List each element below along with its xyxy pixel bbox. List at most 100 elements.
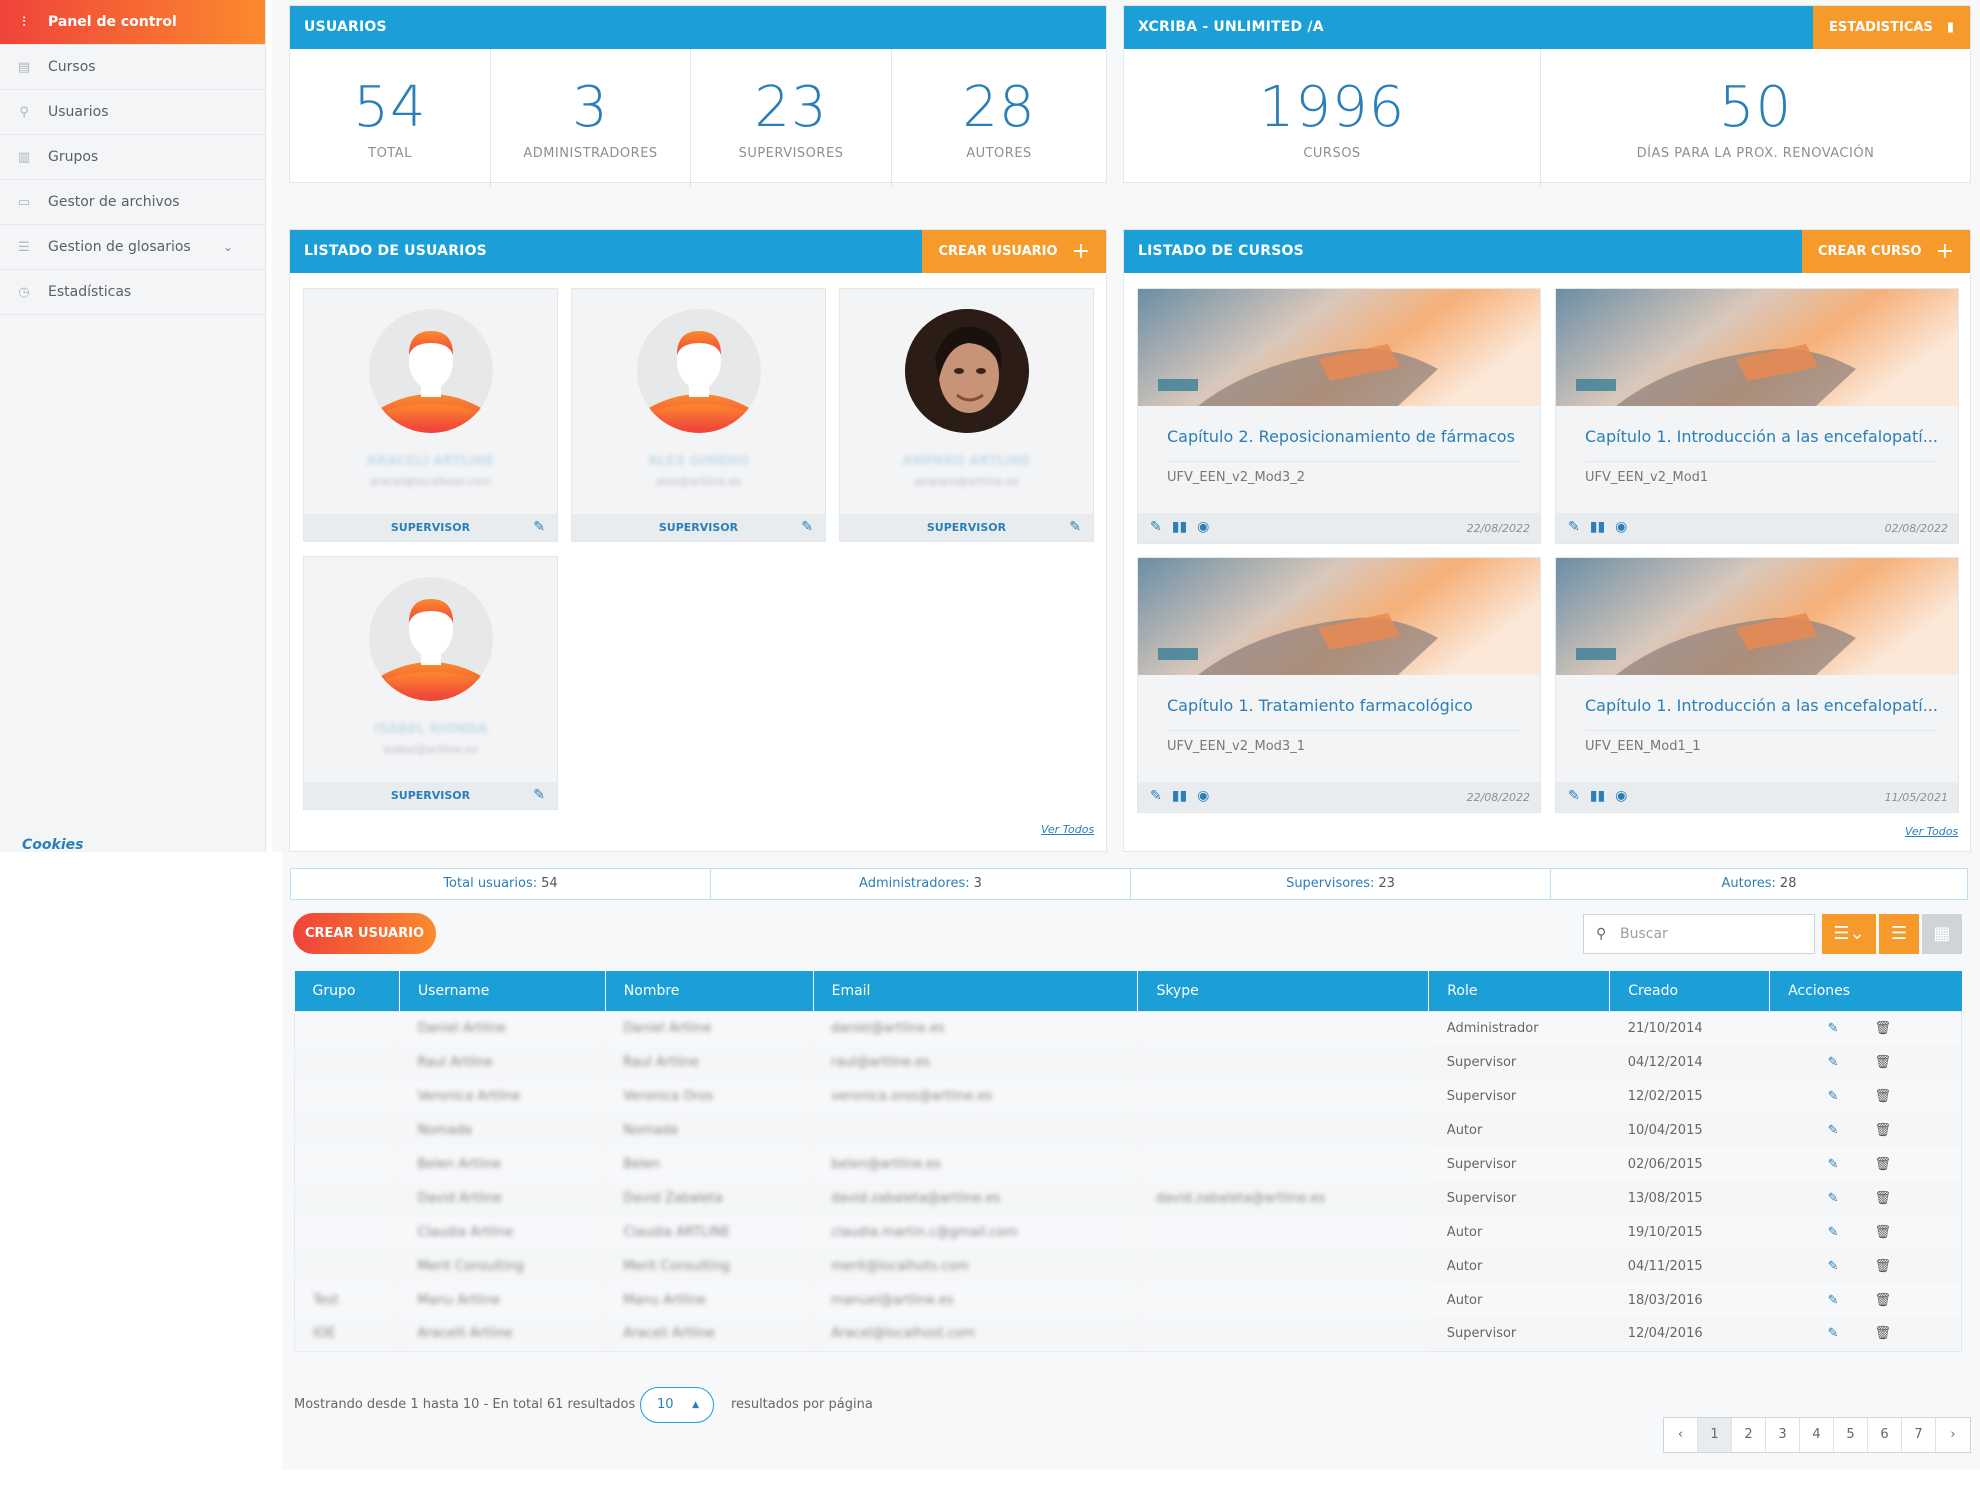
edit-icon[interactable]: ✎ [801,514,813,541]
col-creado[interactable]: Creado [1609,971,1771,1011]
eye-icon[interactable]: ◉ [1197,788,1209,804]
chevron-down-icon[interactable]: ⌄ [223,240,233,254]
sidebar-item-usuarios[interactable]: ⚲ Usuarios [0,90,265,135]
grid-view-button[interactable]: ▦ [1922,914,1962,954]
trash-icon[interactable]: 🗑 [1875,1021,1892,1036]
crear-usuario-header-button[interactable]: CREAR USUARIO + [922,230,1106,273]
bar-chart-icon[interactable]: ▮▮ [1172,788,1187,804]
trash-icon[interactable]: 🗑 [1875,1055,1892,1070]
edit-icon[interactable]: ✎ [533,782,545,809]
sidebar-item-label: Usuarios [48,104,109,120]
table-row[interactable]: Veronica Artline Veronica Oros veronica.or… [295,1079,1962,1113]
sidebar-item-estadisticas[interactable]: ◷ Estadísticas [0,270,265,315]
trash-icon[interactable]: 🗑 [1875,1123,1892,1138]
sidebar-item-panel-de-control[interactable]: ⫶ Panel de control [0,0,265,45]
page-2[interactable]: 2 [1732,1418,1766,1452]
course-card[interactable]: Capítulo 2. Reposicionamiento de fármaco… [1137,288,1541,544]
course-card[interactable]: Capítulo 1. Introducción a las encefalop… [1555,288,1959,544]
edit-icon[interactable]: ✎ [1828,1123,1839,1138]
next-page-button[interactable]: › [1936,1418,1970,1452]
sidebar-item-gestion-de-glosarios[interactable]: ☰ Gestion de glosarios ⌄ [0,225,265,270]
course-title[interactable]: Capítulo 1. Tratamiento farmacológico [1167,696,1520,715]
col-role[interactable]: Role [1428,971,1611,1011]
page-4[interactable]: 4 [1800,1418,1834,1452]
prev-page-button[interactable]: ‹ [1664,1418,1698,1452]
eye-icon[interactable]: ◉ [1615,788,1627,804]
edit-icon[interactable]: ✎ [1828,1055,1839,1070]
trash-icon[interactable]: 🗑 [1875,1259,1892,1274]
page-1[interactable]: 1 [1698,1418,1732,1452]
user-card[interactable]: ISABEL RIONDA isabel@artline.es SUPERVIS… [303,556,558,810]
course-card[interactable]: Capítulo 1. Introducción a las encefalop… [1555,557,1959,813]
cell-username: Belen Artline [417,1156,502,1172]
sort-button[interactable]: ☰⌄ [1822,914,1876,954]
crear-curso-button[interactable]: CREAR CURSO + [1802,230,1970,273]
edit-icon[interactable]: ✎ [1150,788,1162,804]
user-card[interactable]: ALEX GIMENO alex@artline.es SUPERVISOR ✎ [571,288,826,542]
edit-icon[interactable]: ✎ [1069,514,1081,541]
edit-icon[interactable]: ✎ [1828,1089,1839,1104]
table-row[interactable]: Raul Artline Raul Artline raul@artline.es S… [294,1045,1962,1079]
cell-acciones: ✎ 🗑 [1769,1113,1962,1147]
page-5[interactable]: 5 [1834,1418,1868,1452]
sidebar-item-gestor-de-archivos[interactable]: ▭ Gestor de archivos [0,180,265,225]
user-card[interactable]: ARACELI ARTLINE aracel@localhost.com SUP… [303,288,558,542]
edit-icon[interactable]: ✎ [1828,1293,1839,1308]
table-row[interactable]: David Artline David Zabaleta david.zabalet… [294,1181,1962,1215]
page-7[interactable]: 7 [1902,1418,1936,1452]
edit-icon[interactable]: ✎ [1828,1191,1839,1206]
bar-chart-icon[interactable]: ▮▮ [1590,788,1605,804]
bar-chart-icon[interactable]: ▮▮ [1590,519,1605,535]
table-row[interactable]: Nomada Nomada Autor 10/04/2015 ✎ 🗑 [294,1113,1962,1147]
cell-skype [1138,1283,1429,1317]
edit-icon[interactable]: ✎ [1568,788,1580,804]
edit-icon[interactable]: ✎ [1828,1225,1839,1240]
trash-icon[interactable]: 🗑 [1875,1326,1892,1341]
table-row[interactable]: IOE Aracelli Artline Araceli Artline Aracel… [294,1317,1962,1351]
col-skype[interactable]: Skype [1137,971,1430,1011]
page-6[interactable]: 6 [1868,1418,1902,1452]
trash-icon[interactable]: 🗑 [1875,1089,1892,1104]
edit-icon[interactable]: ✎ [1828,1157,1839,1172]
edit-icon[interactable]: ✎ [1828,1326,1839,1341]
edit-icon[interactable]: ✎ [1828,1259,1839,1274]
table-header-row: Grupo Username Nombre Email Skype Role C… [294,971,1962,1011]
col-username[interactable]: Username [399,971,606,1011]
col-grupo[interactable]: Grupo [294,971,400,1011]
page-3[interactable]: 3 [1766,1418,1800,1452]
col-email[interactable]: Email [813,971,1139,1011]
table-row[interactable]: Merit Consulting Merit Consulting merit@lo… [294,1249,1962,1283]
ver-todos-cursos-link[interactable]: Ver Todos [1905,825,1958,838]
edit-icon[interactable]: ✎ [1150,519,1162,535]
list-view-button[interactable]: ☰ [1879,914,1919,954]
estadisticas-button[interactable]: ESTADISTICAS ▮ [1813,6,1970,49]
trash-icon[interactable]: 🗑 [1875,1225,1892,1240]
per-page-select[interactable]: 10 ▲ [640,1387,714,1423]
table-row[interactable]: Test Manu Artline Manu Artline manuel@artli… [295,1283,1962,1317]
edit-icon[interactable]: ✎ [1568,519,1580,535]
edit-icon[interactable]: ✎ [533,514,545,541]
cell-email: david.zabaleta@artline.es [813,1181,1138,1215]
trash-icon[interactable]: 🗑 [1875,1293,1892,1308]
table-row[interactable]: Belen Artline Belen belen@artline.es Superv… [295,1147,1962,1181]
course-title[interactable]: Capítulo 1. Introducción a las encefalop… [1585,696,1938,715]
sidebar-item-grupos[interactable]: ▥ Grupos [0,135,265,180]
search-input[interactable]: ⚲ Buscar [1583,914,1815,954]
trash-icon[interactable]: 🗑 [1875,1157,1892,1172]
trash-icon[interactable]: 🗑 [1875,1191,1892,1206]
ver-todos-usuarios-link[interactable]: Ver Todos [1041,823,1094,836]
eye-icon[interactable]: ◉ [1615,519,1627,535]
cookies-link[interactable]: Cookies [22,837,83,853]
eye-icon[interactable]: ◉ [1197,519,1209,535]
course-card[interactable]: Capítulo 1. Tratamiento farmacológico UF… [1137,557,1541,813]
course-title[interactable]: Capítulo 1. Introducción a las encefalop… [1585,427,1938,446]
course-title[interactable]: Capítulo 2. Reposicionamiento de fármaco… [1167,427,1520,446]
sidebar-item-cursos[interactable]: ▤ Cursos [0,45,265,90]
table-row[interactable]: Daniel Artline Daniel Artline daniel@artli… [295,1011,1962,1045]
table-row[interactable]: Claudia Artline Claudia ARTLINE claudia.ma… [295,1215,1962,1249]
edit-icon[interactable]: ✎ [1828,1021,1839,1036]
bar-chart-icon[interactable]: ▮▮ [1172,519,1187,535]
user-card[interactable]: AMPARO ARTLINE amparo@artline.es SUPERVI… [839,288,1094,542]
crear-usuario-button[interactable]: CREAR USUARIO [293,913,436,954]
col-nombre[interactable]: Nombre [605,971,814,1011]
